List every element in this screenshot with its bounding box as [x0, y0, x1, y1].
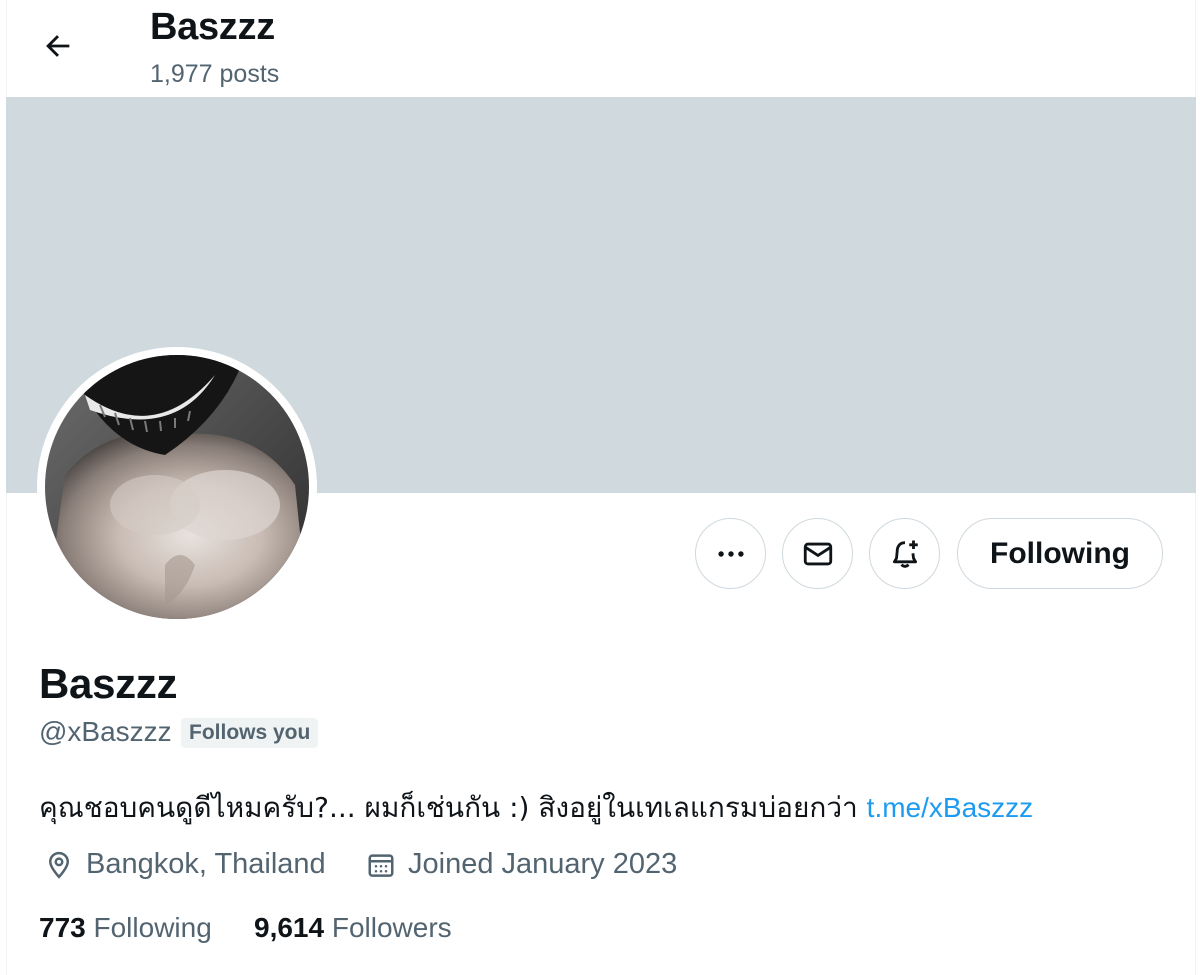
- bio-text: คุณชอบคนดูดีไหมครับ?... ผมก็เช่นกัน :) ส…: [39, 791, 867, 824]
- back-button[interactable]: [34, 22, 82, 70]
- posts-count: 1,977 posts: [150, 60, 280, 88]
- follows-you-badge: Follows you: [181, 718, 319, 748]
- envelope-icon: [803, 542, 832, 565]
- message-button[interactable]: [782, 518, 853, 589]
- following-stat[interactable]: 773 Following: [39, 912, 212, 944]
- following-label: Following: [93, 912, 212, 943]
- location-text: Bangkok, Thailand: [86, 848, 326, 880]
- joined-text: Joined January 2023: [408, 848, 678, 880]
- following-count: 773: [39, 912, 86, 943]
- notify-button[interactable]: [869, 518, 940, 589]
- handle: @xBaszzz: [39, 716, 172, 747]
- bio: คุณชอบคนดูดีไหมครับ?... ผมก็เช่นกัน :) ส…: [39, 786, 1033, 830]
- more-icon: [717, 550, 744, 557]
- avatar[interactable]: [37, 347, 317, 627]
- following-button[interactable]: Following: [957, 518, 1163, 589]
- followers-label: Followers: [331, 912, 452, 943]
- location: Bangkok, Thailand: [44, 848, 326, 881]
- calendar-icon: [368, 853, 394, 877]
- location-pin-icon: [48, 851, 70, 879]
- followers-stat[interactable]: 9,614 Followers: [254, 912, 452, 944]
- avatar-image: [45, 355, 309, 619]
- followers-count: 9,614: [254, 912, 325, 943]
- joined-date: Joined January 2023: [366, 848, 677, 881]
- more-button[interactable]: [695, 518, 766, 589]
- bell-plus-icon: [892, 540, 918, 568]
- arrow-left-icon: [46, 35, 70, 57]
- bio-link[interactable]: t.me/xBaszzz: [867, 792, 1033, 823]
- display-name: Baszzz: [39, 660, 178, 707]
- header-title: Baszzz: [150, 6, 275, 48]
